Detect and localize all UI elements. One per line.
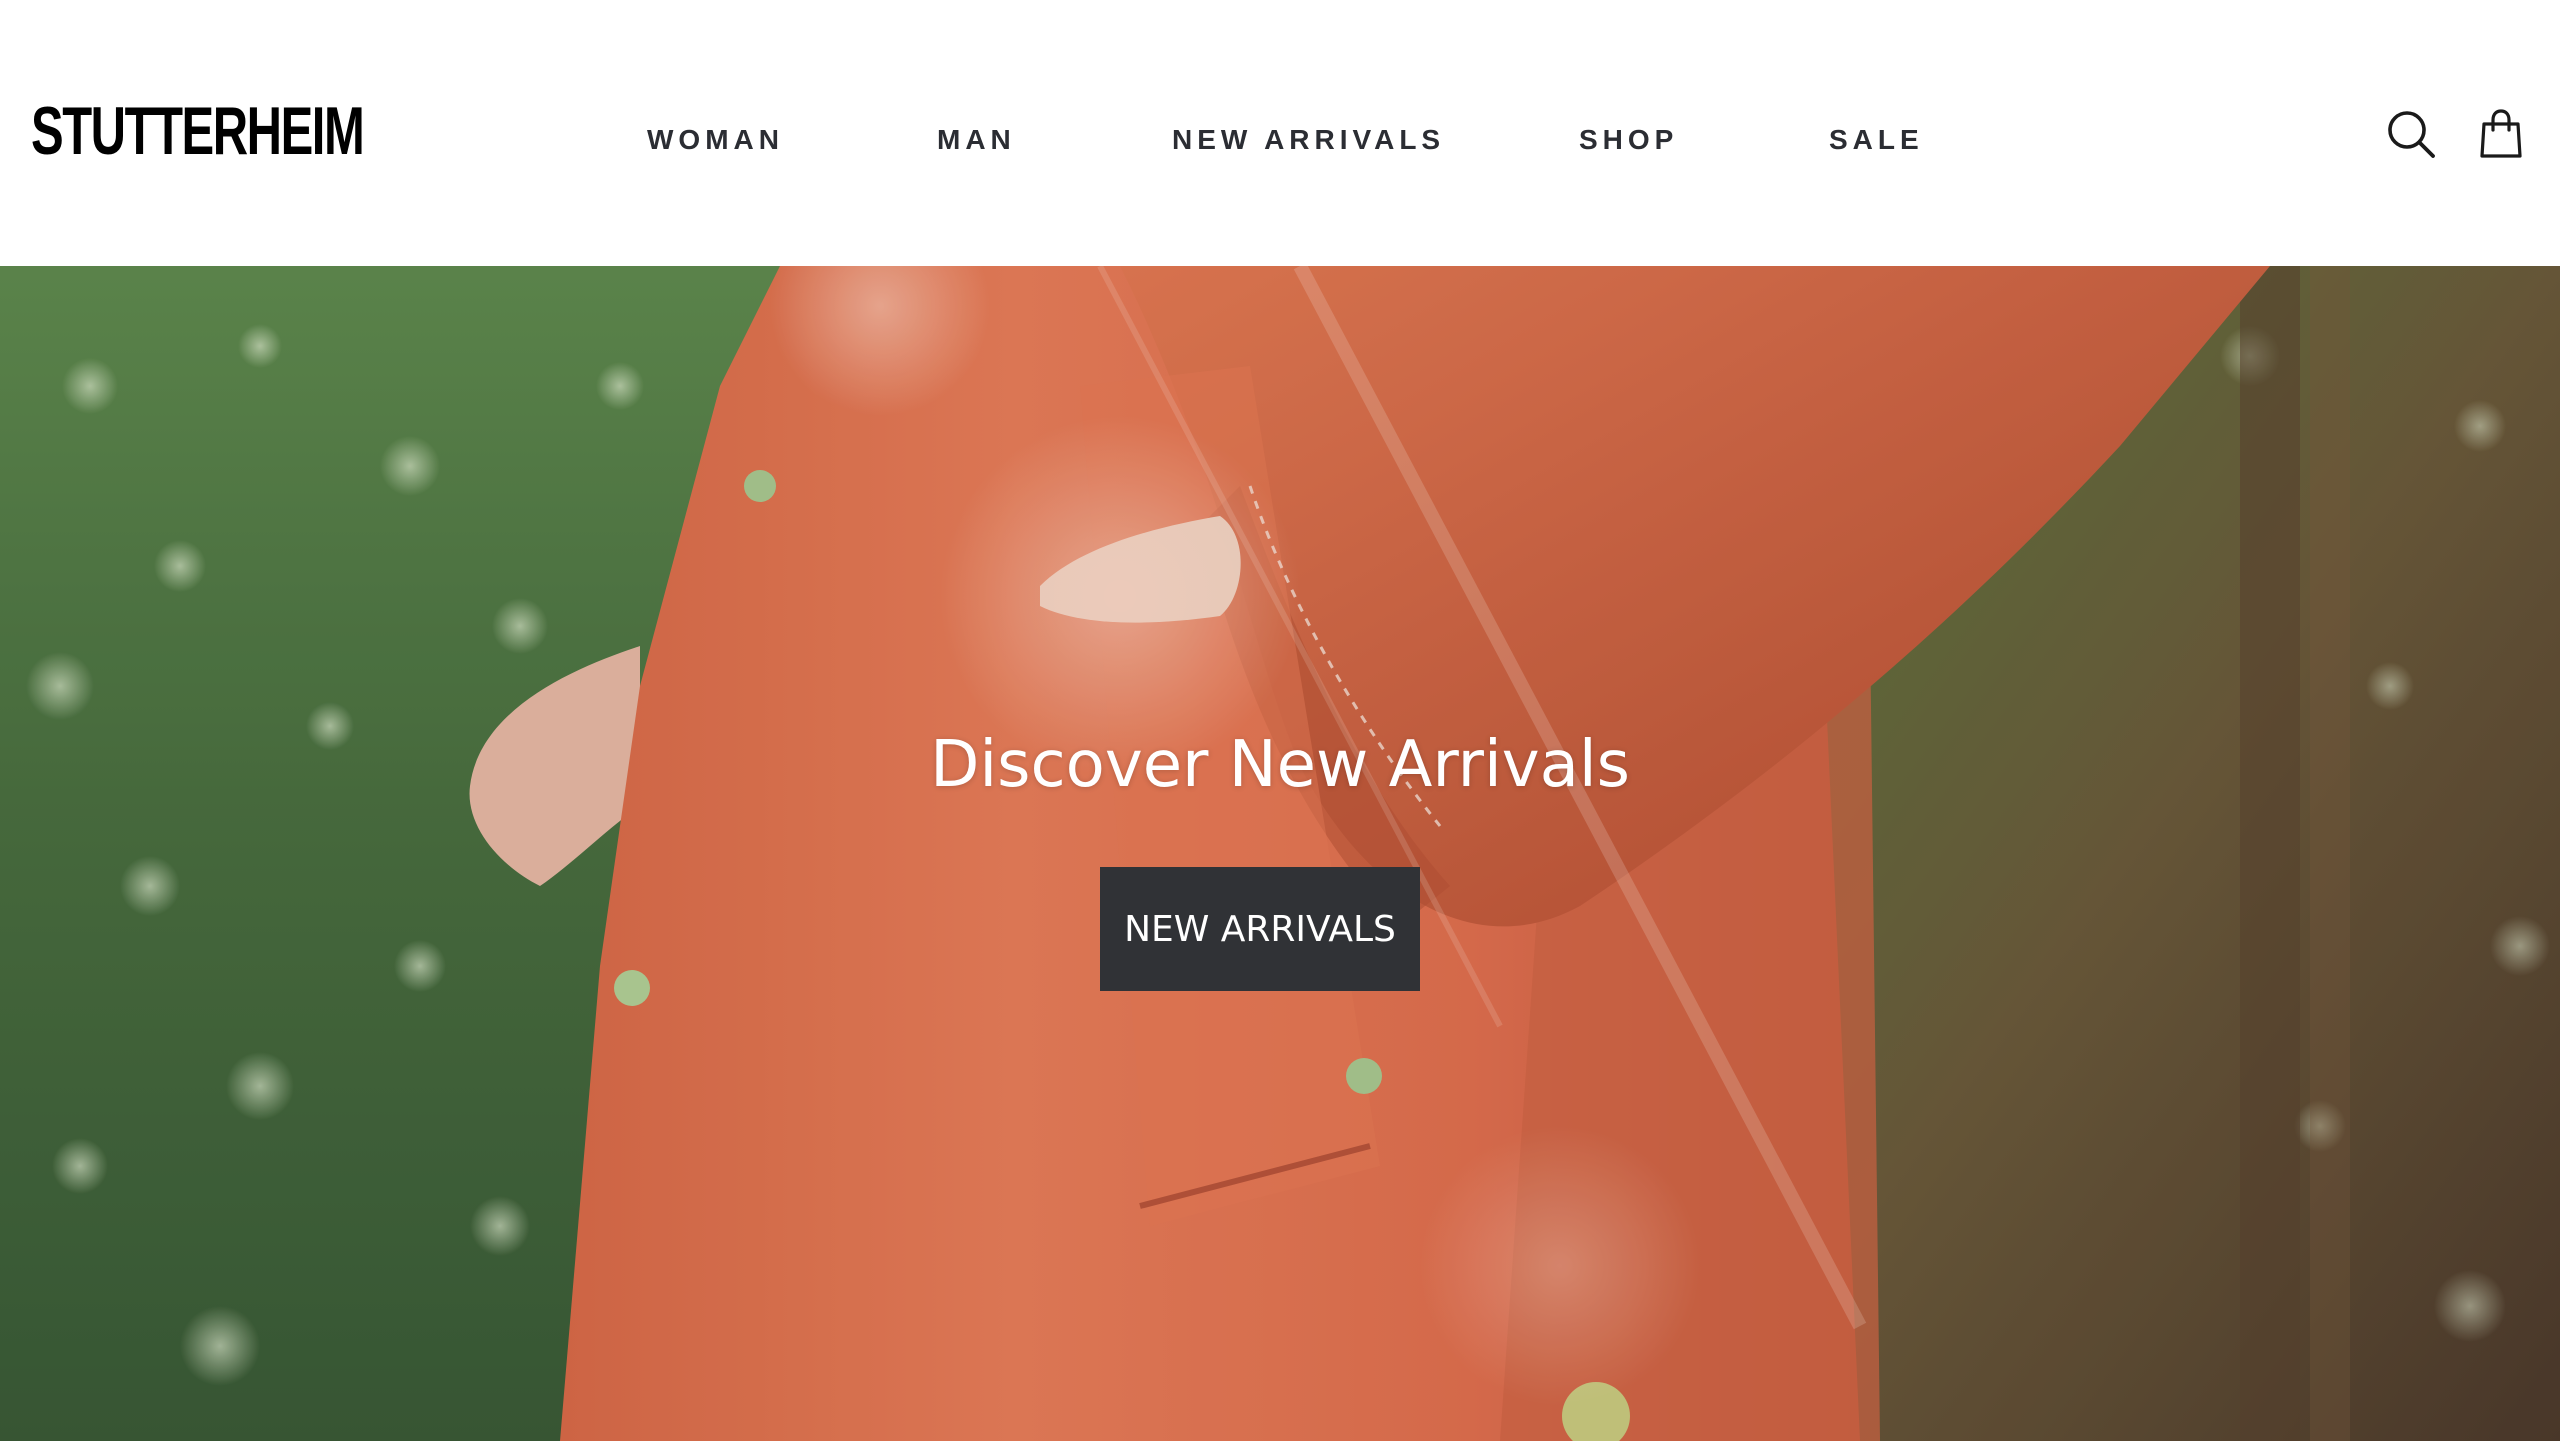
site-header: STUTTERHEIM WOMAN MAN NEW ARRIVALS SHOP … <box>0 0 2560 266</box>
nav-item-new-arrivals[interactable]: NEW ARRIVALS <box>1172 120 1445 160</box>
nav-item-man[interactable]: MAN <box>937 120 1016 160</box>
hero-title: Discover New Arrivals <box>930 728 1630 802</box>
hero-image <box>0 266 2560 1441</box>
page: STUTTERHEIM WOMAN MAN NEW ARRIVALS SHOP … <box>0 0 2560 1441</box>
hero-banner: Discover New Arrivals NEW ARRIVALS <box>0 266 2560 1441</box>
main-nav: WOMAN MAN NEW ARRIVALS SHOP SALE <box>0 120 2560 160</box>
shopping-bag-icon <box>2480 109 2522 158</box>
nav-item-woman[interactable]: WOMAN <box>647 120 784 160</box>
new-arrivals-button[interactable]: NEW ARRIVALS <box>1100 867 1420 991</box>
nav-item-sale[interactable]: SALE <box>1829 120 1924 160</box>
search-icon <box>2388 111 2435 158</box>
cart-button[interactable] <box>2475 108 2527 160</box>
nav-item-shop[interactable]: SHOP <box>1579 120 1678 160</box>
search-button[interactable] <box>2385 108 2437 160</box>
